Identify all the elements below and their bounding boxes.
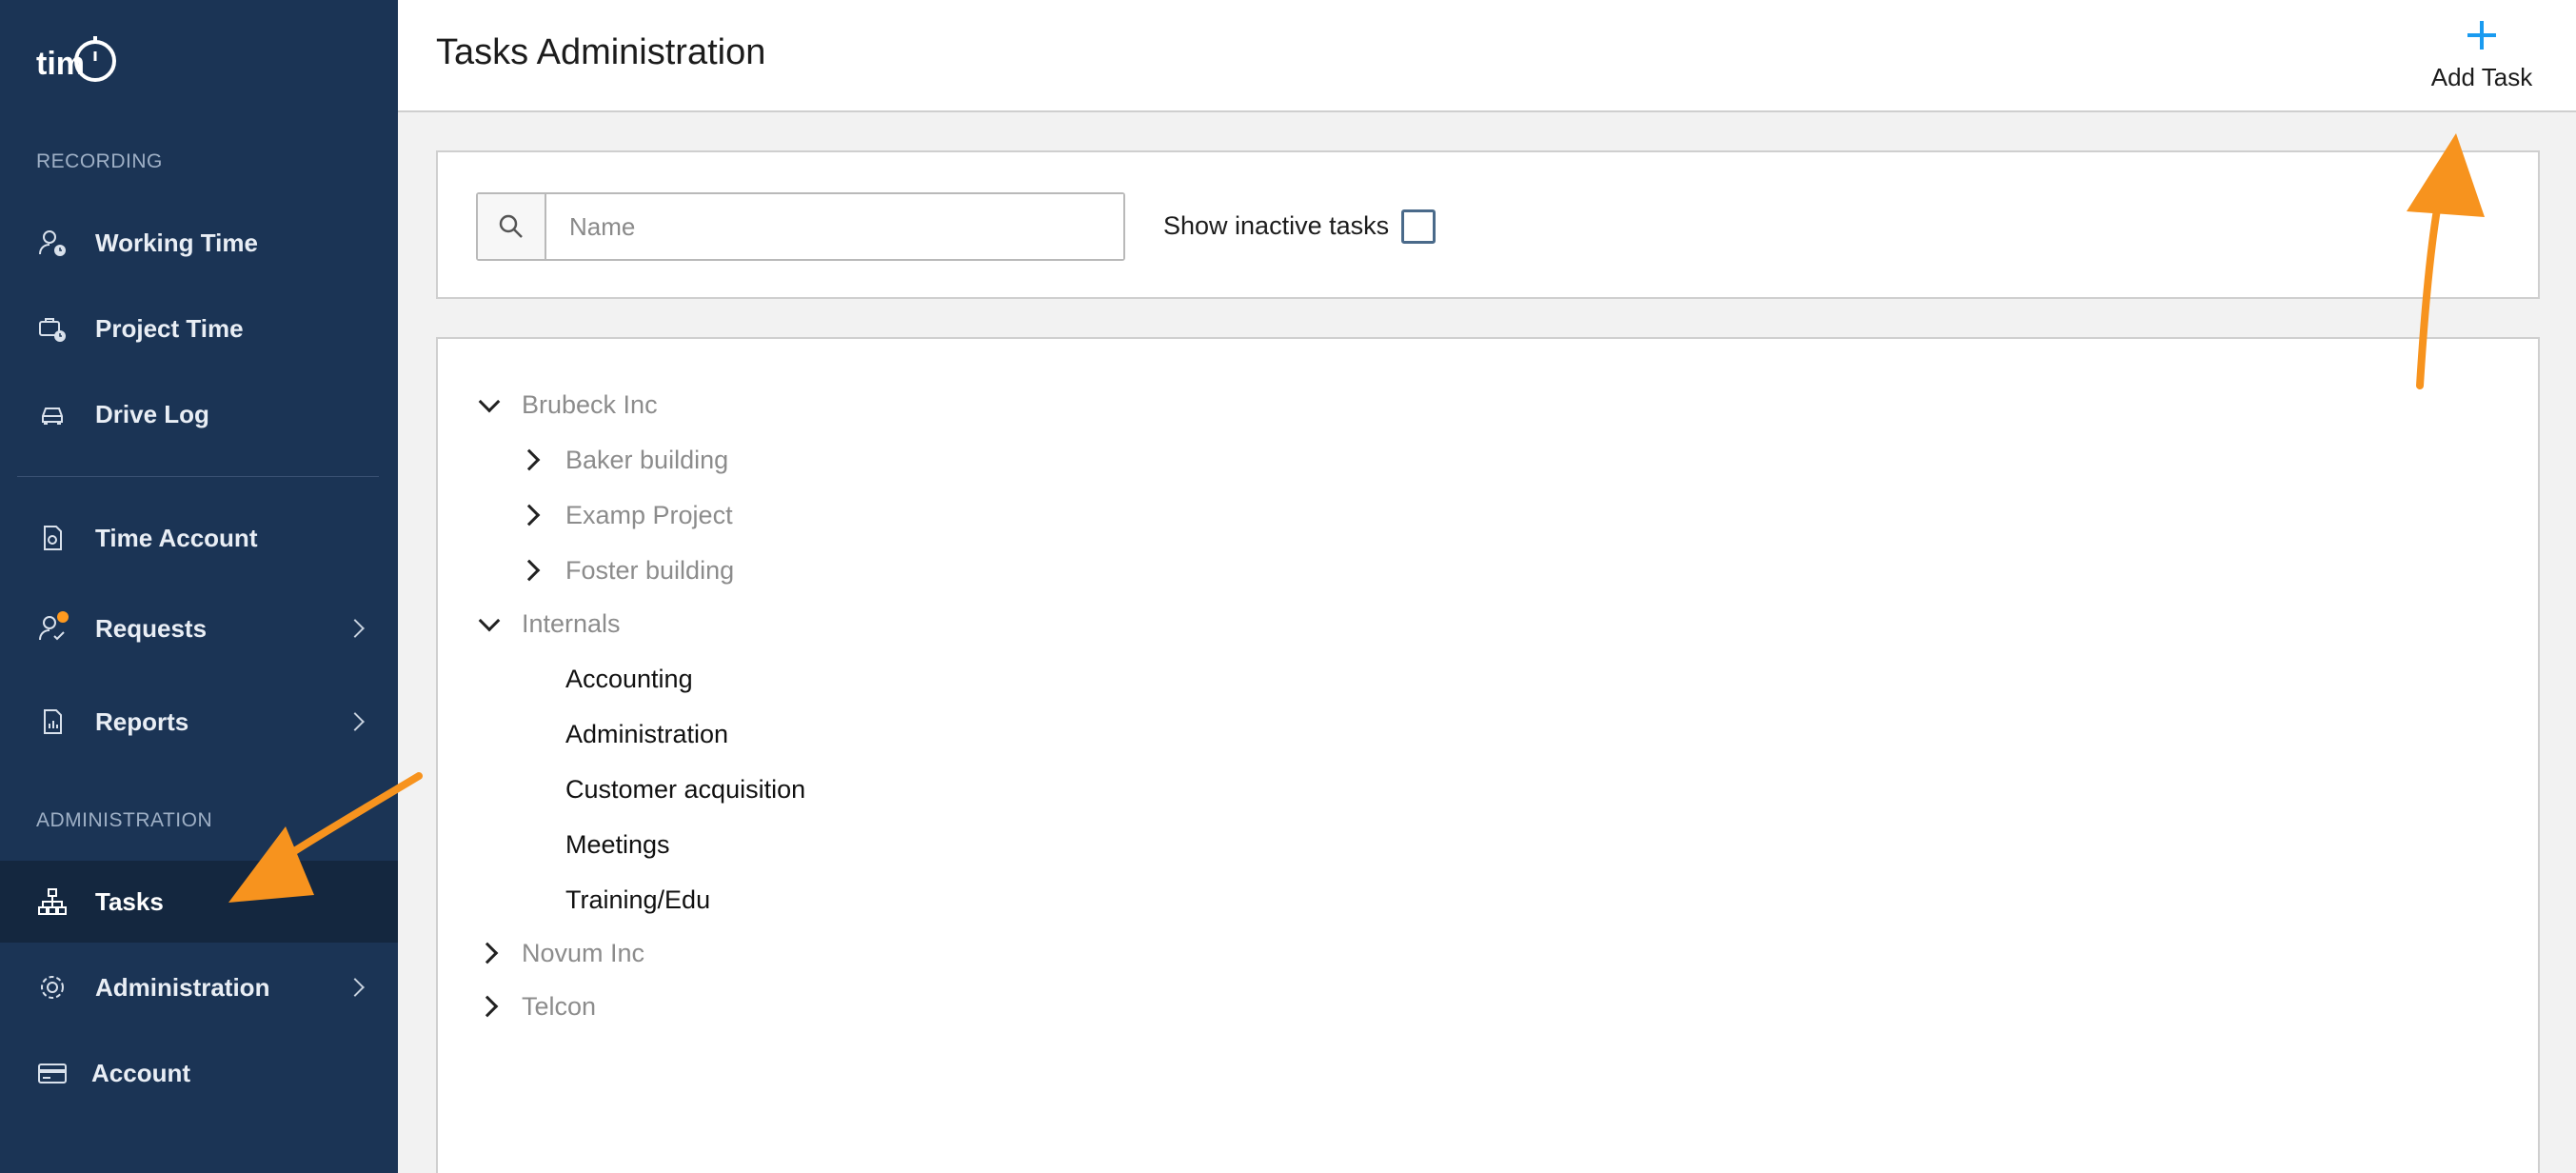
chevron-right-icon — [346, 619, 365, 638]
sidebar-item-requests[interactable]: Requests — [0, 587, 398, 669]
search-input[interactable] — [546, 194, 1123, 259]
gear-icon — [36, 971, 69, 1004]
sidebar-item-label: Working Time — [95, 228, 258, 257]
user-clock-icon — [36, 227, 69, 259]
filter-panel: Show inactive tasks — [436, 150, 2540, 299]
timr-logo[interactable]: tim — [34, 32, 120, 89]
tree-node-brubeck-inc[interactable]: Brubeck Inc — [476, 381, 658, 428]
tree-node-internals[interactable]: Internals — [476, 600, 621, 647]
show-inactive-label: Show inactive tasks — [1163, 211, 1390, 240]
search-box — [476, 192, 1125, 261]
chevron-right-icon[interactable] — [476, 992, 505, 1021]
sidebar-item-project-time[interactable]: Project Time — [0, 288, 398, 369]
chevron-right-icon — [346, 978, 365, 997]
page-title: Tasks Administration — [436, 32, 766, 72]
tree-node-baker-building[interactable]: Baker building — [518, 436, 728, 484]
tree-node-label: Foster building — [565, 555, 735, 585]
tree-leaf-administration[interactable]: Administration — [565, 710, 728, 758]
tree-node-label: Telcon — [522, 991, 597, 1021]
chevron-down-icon[interactable] — [476, 390, 505, 421]
report-chart-icon — [36, 706, 69, 738]
chevron-right-icon — [346, 712, 365, 731]
sidebar-divider — [17, 476, 379, 477]
page-header: Tasks Administration Add Task — [398, 0, 2576, 112]
chevron-right-icon[interactable] — [518, 501, 546, 529]
tree-node-label: Accounting — [565, 664, 693, 693]
tree-node-label: Examp Project — [565, 500, 733, 529]
show-inactive-checkbox[interactable] — [1401, 209, 1436, 244]
sidebar-item-reports[interactable]: Reports — [0, 681, 398, 763]
tree-leaf-training-edu[interactable]: Training/Edu — [565, 876, 710, 924]
tree-leaf-accounting[interactable]: Accounting — [565, 655, 693, 703]
sidebar: tim RECORDING Working Time Project Time … — [0, 0, 398, 1173]
credit-card-icon — [36, 1057, 69, 1089]
tree-node-examp-project[interactable]: Examp Project — [518, 491, 733, 539]
tree-node-label: Baker building — [565, 445, 729, 474]
tree-leaf-meetings[interactable]: Meetings — [565, 821, 670, 868]
notification-badge — [57, 611, 69, 623]
add-task-button[interactable]: Add Task — [2397, 11, 2566, 103]
sidebar-item-label: Account — [91, 1058, 190, 1087]
car-icon — [36, 398, 69, 430]
section-label-recording: RECORDING — [36, 150, 163, 172]
tree-node-foster-building[interactable]: Foster building — [518, 547, 734, 594]
sidebar-item-time-account[interactable]: Time Account — [0, 497, 398, 579]
task-tree-panel: Brubeck Inc Baker building Examp Project… — [436, 337, 2540, 1173]
chevron-right-icon[interactable] — [518, 446, 546, 474]
tree-node-label: Meetings — [565, 829, 670, 859]
sidebar-item-account[interactable]: Account — [0, 1032, 398, 1114]
sidebar-item-label: Time Account — [95, 523, 258, 552]
tree-node-label: Novum Inc — [522, 938, 645, 967]
tree-node-label: Training/Edu — [565, 885, 711, 914]
tree-node-label: Brubeck Inc — [522, 389, 658, 419]
chevron-right-icon[interactable] — [476, 939, 505, 967]
sidebar-item-label: Administration — [95, 972, 270, 1002]
add-task-label: Add Task — [2430, 63, 2533, 91]
chevron-right-icon[interactable] — [518, 556, 546, 585]
hierarchy-icon — [36, 885, 69, 918]
tree-node-label: Customer acquisition — [565, 774, 806, 804]
sidebar-item-drive-log[interactable]: Drive Log — [0, 373, 398, 455]
sidebar-item-label: Project Time — [95, 313, 244, 343]
sidebar-item-label: Requests — [95, 613, 208, 643]
chevron-down-icon[interactable] — [476, 609, 505, 640]
sidebar-item-label: Reports — [95, 706, 189, 736]
search-icon[interactable] — [478, 194, 546, 259]
sidebar-item-working-time[interactable]: Working Time — [0, 202, 398, 284]
tree-node-label: Internals — [522, 608, 621, 638]
tree-leaf-customer-acquisition[interactable]: Customer acquisition — [565, 765, 805, 813]
document-clock-icon — [36, 522, 69, 554]
tree-node-telcon[interactable]: Telcon — [476, 983, 596, 1030]
tree-node-novum-inc[interactable]: Novum Inc — [476, 929, 644, 977]
sidebar-item-administration[interactable]: Administration — [0, 946, 398, 1028]
tree-node-label: Administration — [565, 719, 729, 748]
sidebar-item-label: Tasks — [95, 886, 164, 916]
sidebar-item-label: Drive Log — [95, 399, 209, 428]
section-label-administration: ADMINISTRATION — [36, 809, 213, 831]
plus-icon — [2466, 19, 2498, 51]
briefcase-clock-icon — [36, 312, 69, 345]
sidebar-item-tasks[interactable]: Tasks — [0, 861, 398, 943]
